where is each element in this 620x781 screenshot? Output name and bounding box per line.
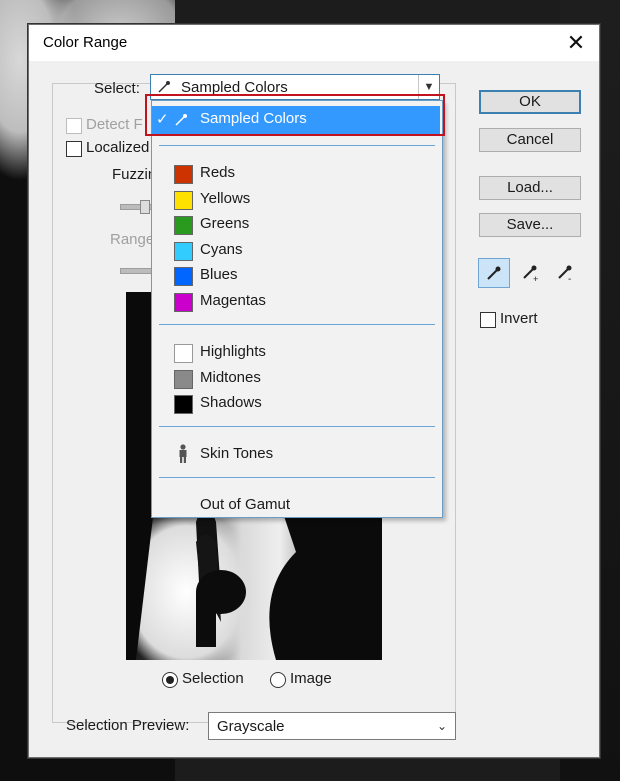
- eyedropper-icon: [487, 266, 501, 280]
- cyans-swatch: [174, 242, 193, 261]
- selection-radio[interactable]: [162, 672, 178, 688]
- localized-checkbox[interactable]: [66, 141, 82, 157]
- midtones-swatch: [174, 370, 193, 389]
- dropdown-item-label: Yellows: [200, 190, 251, 207]
- reds-swatch: [174, 165, 193, 184]
- eyedropper-add-tool[interactable]: +: [515, 258, 547, 288]
- dropdown-item-out-of-gamut[interactable]: Out of Gamut: [152, 492, 440, 518]
- dialog-title: Color Range: [43, 34, 128, 51]
- svg-text:+: +: [533, 274, 538, 283]
- eyedropper-subtract-tool[interactable]: -: [550, 258, 582, 288]
- separator: [159, 477, 435, 478]
- range-label: Range: [110, 231, 155, 248]
- separator: [159, 426, 435, 427]
- dropdown-item-cyans[interactable]: Cyans: [152, 237, 440, 263]
- chevron-down-icon: ⌄: [436, 719, 447, 733]
- invert-label: Invert: [500, 310, 538, 327]
- cancel-button[interactable]: Cancel: [479, 128, 581, 152]
- range-slider[interactable]: [120, 268, 152, 274]
- eyedropper-icon: [158, 81, 170, 93]
- separator: [159, 145, 435, 146]
- dropdown-item-skin-tones[interactable]: Skin Tones: [152, 441, 440, 467]
- eyedropper-minus-icon: -: [558, 265, 572, 283]
- yellows-swatch: [174, 191, 193, 210]
- dropdown-item-midtones[interactable]: Midtones: [152, 365, 440, 391]
- separator: [159, 324, 435, 325]
- detect-faces-checkbox[interactable]: [66, 118, 82, 134]
- selection-preview-value: Grayscale: [217, 718, 285, 735]
- selection-radio-label: Selection: [182, 670, 244, 687]
- blues-swatch: [174, 267, 193, 286]
- dropdown-item-label: Shadows: [200, 394, 262, 411]
- person-icon: [179, 444, 187, 463]
- dropdown-item-label: Out of Gamut: [200, 496, 291, 513]
- selection-preview-select[interactable]: Grayscale ⌄: [208, 712, 456, 740]
- dropdown-item-greens[interactable]: Greens: [152, 211, 440, 237]
- load-button[interactable]: Load...: [479, 176, 581, 200]
- close-icon[interactable]: ✕: [563, 31, 589, 55]
- image-radio-label: Image: [290, 670, 332, 687]
- dropdown-item-label: Midtones: [200, 369, 261, 386]
- dropdown-item-label: Cyans: [200, 241, 243, 258]
- localized-label: Localized: [86, 139, 150, 156]
- image-radio[interactable]: [270, 672, 286, 688]
- eyedropper-plus-icon: +: [523, 265, 538, 283]
- dropdown-item-label: Highlights: [200, 343, 266, 360]
- dropdown-item-label: Magentas: [200, 292, 266, 309]
- save-button[interactable]: Save...: [479, 213, 581, 237]
- select-label: Select:: [94, 80, 140, 97]
- dropdown-item-label: Reds: [200, 164, 236, 181]
- ok-button[interactable]: OK: [479, 90, 581, 114]
- selection-preview-label: Selection Preview:: [66, 717, 190, 734]
- dropdown-item-reds[interactable]: Reds: [152, 160, 440, 186]
- magentas-swatch: [174, 293, 193, 312]
- svg-text:-: -: [568, 274, 571, 283]
- detect-faces-label: Detect F: [86, 116, 143, 133]
- dropdown-item-label: Skin Tones: [200, 445, 274, 462]
- dropdown-item-label: Blues: [200, 266, 238, 283]
- highlights-swatch: [174, 344, 193, 363]
- fuzziness-thumb[interactable]: [140, 200, 150, 214]
- select-dropdown-list: ✓ Sampled Colors Reds Yellows Greens Cya…: [151, 100, 443, 518]
- invert-checkbox[interactable]: [480, 312, 496, 328]
- dropdown-item-yellows[interactable]: Yellows: [152, 186, 440, 212]
- greens-swatch: [174, 216, 193, 235]
- eyedropper-tool[interactable]: [478, 258, 510, 288]
- dropdown-item-highlights[interactable]: Highlights: [152, 339, 440, 365]
- fuzziness-label: Fuzzin: [112, 166, 157, 183]
- dropdown-item-label: Greens: [200, 215, 250, 232]
- dropdown-item-magentas[interactable]: Magentas: [152, 288, 440, 314]
- title-bar: Color Range ✕: [29, 25, 599, 61]
- dropdown-item-blues[interactable]: Blues: [152, 262, 440, 288]
- dropdown-item-shadows[interactable]: Shadows: [152, 390, 440, 416]
- shadows-swatch: [174, 395, 193, 414]
- annotation-highlight-box: [145, 94, 445, 136]
